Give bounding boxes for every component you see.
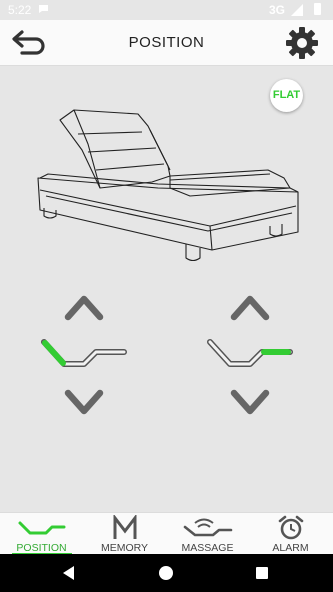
bottom-nav: POSITION MEMORY MASSAGE ALARM: [0, 512, 333, 555]
alarm-clock-icon: [278, 515, 303, 540]
nav-memory[interactable]: MEMORY: [83, 513, 166, 555]
nav-memory-label: MEMORY: [100, 542, 149, 554]
page-title: POSITION: [128, 34, 205, 51]
bed-foot-section-icon: [207, 339, 293, 367]
status-time: 5:22: [8, 3, 32, 17]
bed-illustration: [37, 109, 299, 262]
network-type: 3G: [268, 3, 285, 17]
bed-head-section-icon: [41, 339, 127, 367]
nav-position[interactable]: POSITION: [0, 513, 83, 555]
foot-down-button[interactable]: [228, 387, 272, 419]
foot-up-button[interactable]: [228, 291, 272, 323]
back-triangle-icon[interactable]: [59, 563, 79, 583]
gear-icon[interactable]: [285, 26, 319, 60]
recents-square-icon[interactable]: [252, 563, 272, 583]
chat-notification-icon: [39, 5, 48, 13]
position-icon: [18, 521, 65, 535]
head-up-button[interactable]: [62, 291, 106, 323]
home-circle-icon[interactable]: [156, 563, 176, 583]
signal-icon: [291, 4, 303, 16]
system-nav-bar: [0, 554, 333, 592]
nav-alarm-label: ALARM: [272, 542, 309, 554]
app-header: POSITION: [0, 20, 333, 66]
nav-massage-label: MASSAGE: [181, 542, 234, 554]
battery-icon: [314, 3, 321, 15]
nav-alarm[interactable]: ALARM: [249, 513, 332, 555]
nav-massage[interactable]: MASSAGE: [166, 513, 249, 555]
status-bar: 5:22 3G: [0, 0, 333, 20]
memory-m-icon: [113, 515, 136, 539]
massage-icon: [183, 518, 232, 537]
head-down-button[interactable]: [62, 387, 106, 419]
